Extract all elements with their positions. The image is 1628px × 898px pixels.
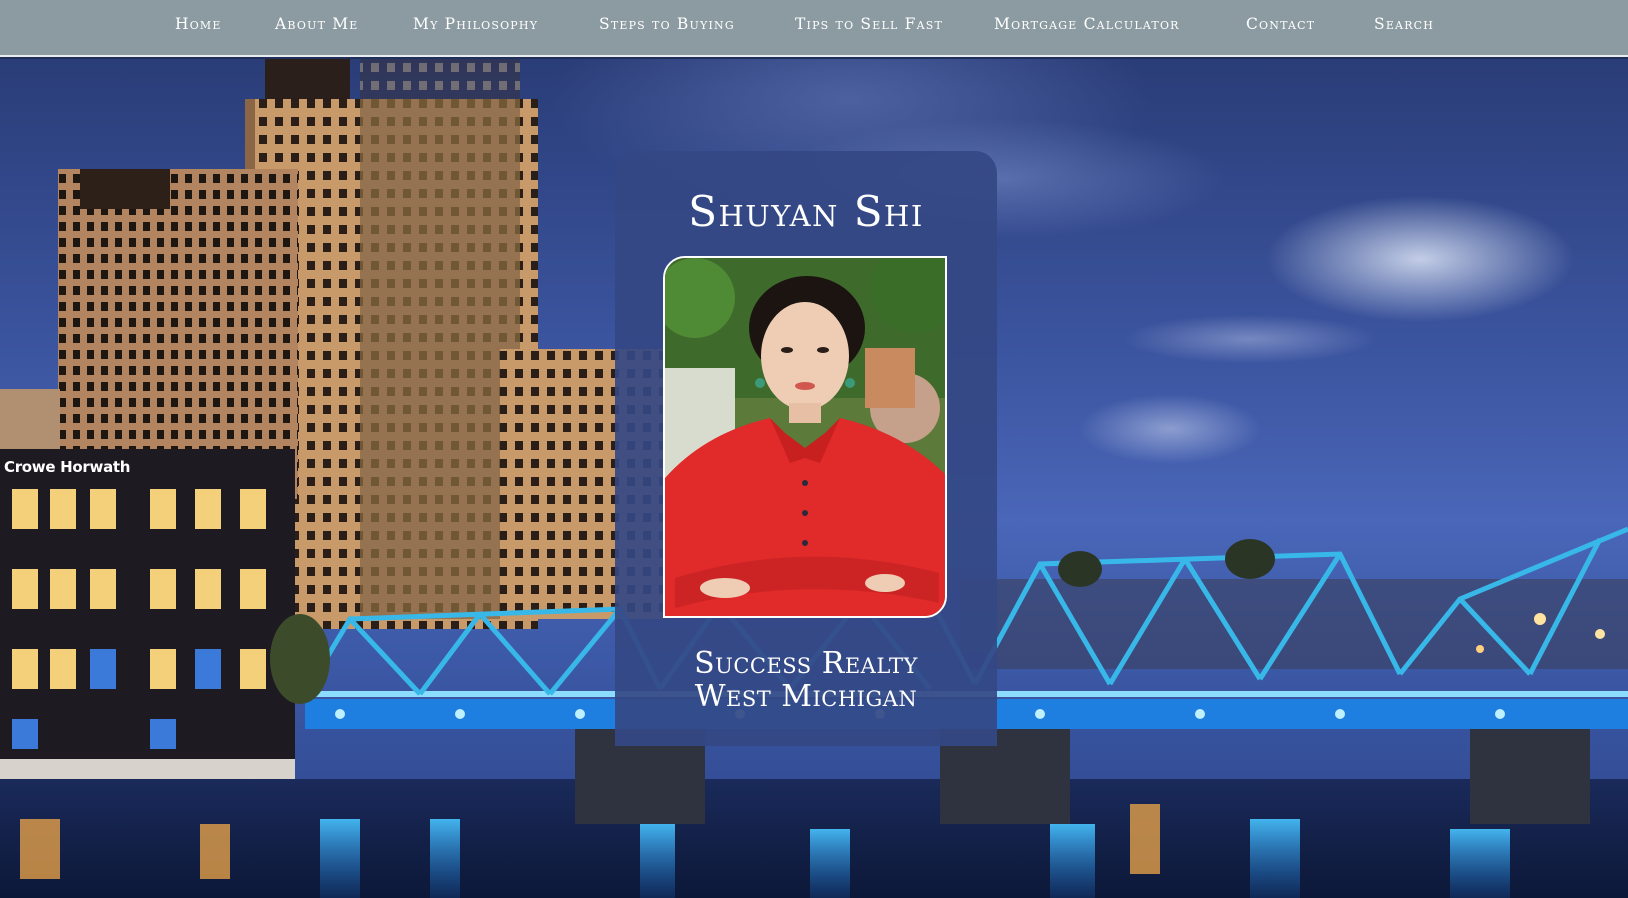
nav-contact[interactable]: Contact	[1246, 15, 1315, 33]
nav-home[interactable]: Home	[175, 15, 222, 33]
agent-portrait-image	[665, 258, 945, 616]
building-sign: Crowe Horwath	[4, 458, 131, 476]
page: Home About Me My Philosophy Steps to Buy…	[0, 0, 1628, 898]
main-nav: Home About Me My Philosophy Steps to Buy…	[0, 0, 1628, 57]
company-line-1: Success Realty	[694, 646, 918, 681]
nav-my-philosophy[interactable]: My Philosophy	[413, 15, 538, 33]
agent-photo	[663, 256, 947, 618]
company-name: Success Realty West Michigan	[615, 647, 997, 713]
company-line-2: West Michigan	[694, 679, 918, 714]
nav-steps-to-buying[interactable]: Steps to Buying	[599, 15, 735, 33]
nav-search[interactable]: Search	[1374, 15, 1434, 33]
agent-profile-card: Shuyan Shi Success Realty West Michigan	[615, 151, 997, 746]
nav-about-me[interactable]: About Me	[275, 15, 359, 33]
agent-name: Shuyan Shi	[688, 187, 924, 236]
nav-mortgage-calculator[interactable]: Mortgage Calculator	[994, 15, 1180, 33]
nav-tips-to-sell-fast[interactable]: Tips to Sell Fast	[795, 15, 943, 33]
